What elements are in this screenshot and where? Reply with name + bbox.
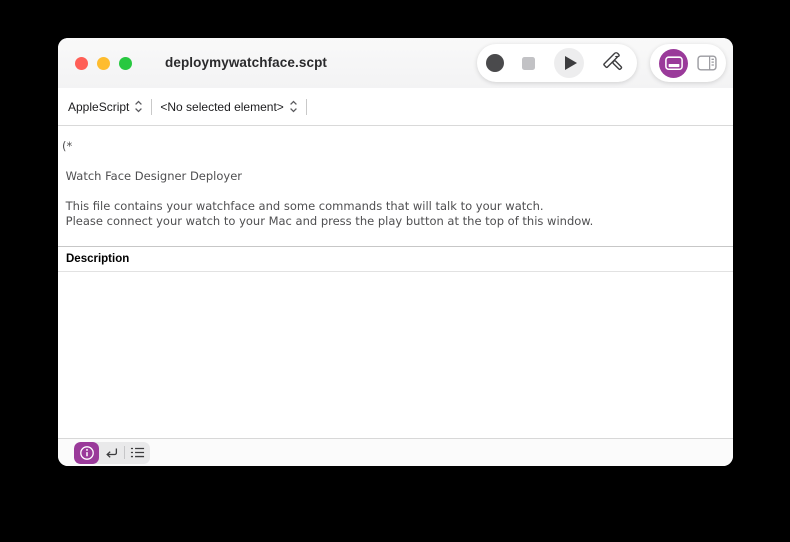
desktop-background: { "window": { "title": "deploymywatchfac… bbox=[0, 0, 790, 542]
window-title: deploymywatchface.scpt bbox=[165, 38, 327, 88]
close-button[interactable] bbox=[75, 57, 88, 70]
show-sidebar-button[interactable] bbox=[697, 55, 717, 71]
list-bullets-icon bbox=[130, 446, 145, 459]
bottom-panel-icon bbox=[659, 49, 688, 78]
stop-button[interactable] bbox=[522, 57, 535, 70]
code-line: This file contains your watchface and so… bbox=[62, 199, 727, 214]
element-popup[interactable]: <No selected element> bbox=[160, 100, 297, 114]
compile-button[interactable] bbox=[602, 50, 628, 76]
code-line bbox=[62, 154, 727, 169]
element-popup-value: <No selected element> bbox=[160, 100, 283, 114]
traffic-lights bbox=[75, 57, 132, 70]
info-circle-icon bbox=[79, 445, 95, 461]
stop-icon bbox=[522, 57, 535, 70]
popup-chevrons-icon bbox=[289, 100, 298, 113]
hammer-icon bbox=[602, 50, 628, 76]
language-popup[interactable]: AppleScript bbox=[68, 100, 143, 114]
code-line: Please connect your watch to your Mac an… bbox=[62, 214, 727, 229]
log-segment-button[interactable] bbox=[125, 442, 150, 464]
language-popup-value: AppleScript bbox=[68, 100, 129, 114]
record-icon bbox=[486, 54, 504, 72]
run-button[interactable] bbox=[554, 48, 584, 78]
description-header: Description bbox=[58, 246, 733, 272]
title-bar: deploymywatchface.scpt bbox=[58, 38, 733, 88]
navbar-divider bbox=[151, 99, 152, 115]
bottom-bar bbox=[58, 438, 733, 466]
record-button[interactable] bbox=[486, 54, 504, 72]
return-arrow-icon bbox=[104, 446, 119, 460]
navigation-bar: AppleScript <No selected element> bbox=[58, 88, 733, 126]
script-controls-group bbox=[477, 44, 637, 82]
code-line bbox=[62, 184, 727, 199]
play-icon bbox=[554, 48, 584, 78]
popup-chevrons-icon bbox=[134, 100, 143, 113]
show-accessory-view-button[interactable] bbox=[659, 49, 688, 78]
script-editor-area[interactable]: (* Watch Face Designer Deployer This fil… bbox=[58, 126, 733, 246]
accessory-view-segmented-control bbox=[74, 442, 150, 464]
description-header-label: Description bbox=[66, 253, 129, 265]
result-segment-button[interactable] bbox=[99, 442, 124, 464]
description-panel[interactable] bbox=[58, 272, 733, 438]
code-line: Watch Face Designer Deployer bbox=[62, 169, 727, 184]
sidebar-icon bbox=[697, 55, 717, 71]
minimize-button[interactable] bbox=[97, 57, 110, 70]
zoom-button[interactable] bbox=[119, 57, 132, 70]
script-editor-window: deploymywatchface.scpt bbox=[58, 38, 733, 466]
code-line: (* bbox=[62, 139, 727, 154]
navbar-divider bbox=[306, 99, 307, 115]
description-segment-button[interactable] bbox=[74, 442, 99, 464]
view-controls-group bbox=[650, 44, 726, 82]
